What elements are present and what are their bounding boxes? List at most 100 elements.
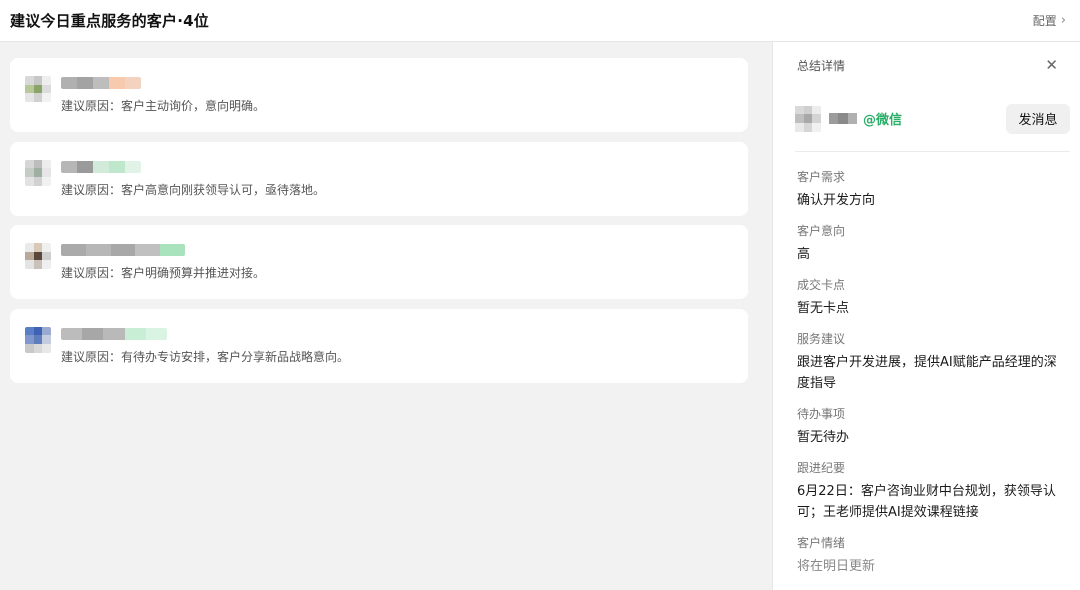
customer-card-2[interactable]: 建议原因：客户高意向刚获领导认可，亟待落地。 bbox=[10, 141, 748, 216]
field-deal-blocker: 成交卡点 暂无卡点 bbox=[797, 277, 1062, 319]
field-customer-intent: 客户意向 高 bbox=[797, 223, 1062, 265]
reason-text: 客户高意向刚获领导认可，亟待落地。 bbox=[121, 182, 326, 197]
avatar-pixel bbox=[25, 326, 34, 336]
avatar-pixel bbox=[795, 122, 804, 132]
field-service-suggestion: 服务建议 跟进客户开发进展，提供AI赋能产品经理的深度指导 bbox=[797, 331, 1062, 394]
field-value: 6月22日：客户咨询业财中台规划，获领导认可；王老师提供AI提效课程链接 bbox=[797, 484, 1056, 520]
avatar-pixel bbox=[42, 243, 51, 252]
name-pixel bbox=[838, 113, 848, 124]
name-pixel bbox=[61, 327, 83, 340]
suggestion-reason: 建议原因：有待办专访安排，客户分享新品战略意向。 bbox=[61, 348, 734, 365]
avatar-pixel bbox=[803, 122, 813, 132]
field-label: 跟进纪要 bbox=[797, 461, 846, 475]
customer-list: 建议原因：客户主动询价，意向明确。 建议原因：客户高意向刚获领导认可，亟待落地。… bbox=[10, 58, 748, 392]
avatar-pixel bbox=[33, 335, 43, 344]
customer-name-blurred bbox=[61, 327, 167, 340]
avatar-pixel bbox=[33, 260, 43, 269]
avatar-pixel bbox=[42, 168, 51, 177]
summary-details: 客户需求 确认开发方向 客户意向 高 成交卡点 暂无卡点 服务建议 跟进客户开发… bbox=[773, 152, 1080, 577]
avatar-pixel bbox=[25, 84, 34, 94]
field-customer-need: 客户需求 确认开发方向 bbox=[797, 169, 1062, 211]
avatar-pixel bbox=[812, 105, 821, 115]
avatar-pixel bbox=[25, 243, 34, 252]
avatar-pixel bbox=[33, 343, 43, 353]
name-pixel bbox=[93, 160, 109, 173]
name-pixel bbox=[77, 77, 93, 89]
field-value: 暂无卡点 bbox=[797, 301, 850, 316]
avatar bbox=[25, 76, 51, 102]
avatar-pixel bbox=[42, 176, 51, 186]
close-icon[interactable]: ✕ bbox=[1045, 57, 1058, 73]
avatar-pixel bbox=[812, 122, 821, 132]
avatar-pixel bbox=[42, 159, 51, 169]
avatar-pixel bbox=[33, 93, 43, 102]
avatar-pixel bbox=[42, 343, 51, 353]
field-label: 客户意向 bbox=[797, 224, 846, 238]
customer-card-3[interactable]: 建议原因：客户明确预算并推进对接。 bbox=[10, 225, 748, 299]
avatar-pixel bbox=[33, 76, 43, 85]
avatar-pixel bbox=[33, 168, 43, 177]
name-pixel bbox=[109, 77, 125, 89]
name-pixel bbox=[61, 77, 77, 89]
suggestion-reason: 建议原因：客户高意向刚获领导认可，亟待落地。 bbox=[61, 181, 734, 198]
field-followup-notes: 跟进纪要 6月22日：客户咨询业财中台规划，获领导认可；王老师提供AI提效课程链… bbox=[797, 460, 1062, 523]
reason-label: 建议原因： bbox=[61, 349, 122, 364]
name-pixel bbox=[110, 244, 136, 256]
avatar-pixel bbox=[42, 326, 51, 336]
config-link[interactable]: 配置 › bbox=[1033, 12, 1066, 29]
reason-text: 有待办专访安排，客户分享新品战略意向。 bbox=[121, 349, 350, 364]
wechat-tag: @微信 bbox=[863, 113, 903, 128]
reason-text: 客户明确预算并推进对接。 bbox=[121, 266, 266, 280]
avatar bbox=[25, 159, 51, 186]
avatar-pixel bbox=[25, 159, 34, 169]
avatar-pixel bbox=[25, 168, 34, 177]
avatar-pixel bbox=[33, 243, 43, 252]
avatar-pixel bbox=[812, 114, 821, 123]
avatar-pixel bbox=[25, 76, 34, 85]
avatar-pixel bbox=[42, 93, 51, 102]
avatar-pixel bbox=[803, 105, 813, 115]
contact-name-blurred bbox=[829, 113, 857, 124]
avatar-pixel bbox=[25, 343, 34, 353]
contact-avatar bbox=[795, 105, 821, 132]
page-header: 建议今日重点服务的客户·4位 配置 › bbox=[0, 0, 1080, 42]
avatar-pixel bbox=[25, 251, 34, 261]
avatar-pixel bbox=[42, 76, 51, 85]
customer-card-1[interactable]: 建议原因：客户主动询价，意向明确。 bbox=[10, 58, 748, 132]
field-todo: 待办事项 暂无待办 bbox=[797, 406, 1062, 448]
name-pixel bbox=[125, 160, 141, 173]
name-pixel bbox=[135, 244, 161, 256]
field-label: 客户需求 bbox=[797, 170, 846, 184]
name-pixel bbox=[829, 113, 839, 124]
avatar bbox=[25, 243, 51, 269]
name-pixel bbox=[145, 327, 167, 340]
name-pixel bbox=[847, 113, 857, 124]
name-pixel bbox=[85, 244, 111, 256]
send-message-button[interactable]: 发消息 bbox=[1006, 103, 1070, 134]
avatar-pixel bbox=[33, 176, 43, 186]
avatar-pixel bbox=[33, 326, 43, 336]
field-value: 确认开发方向 bbox=[797, 193, 876, 208]
reason-label: 建议原因： bbox=[61, 99, 122, 113]
name-pixel bbox=[103, 327, 125, 340]
field-value: 跟进客户开发进展，提供AI赋能产品经理的深度指导 bbox=[797, 355, 1057, 391]
field-value: 高 bbox=[797, 247, 811, 262]
avatar-pixel bbox=[795, 105, 804, 115]
avatar-pixel bbox=[42, 335, 51, 344]
avatar-pixel bbox=[42, 260, 51, 269]
avatar-pixel bbox=[42, 84, 51, 94]
name-pixel bbox=[124, 327, 146, 340]
avatar-pixel bbox=[33, 159, 43, 169]
contact-row: @微信 发消息 bbox=[795, 88, 1070, 152]
customer-name-blurred bbox=[61, 244, 185, 256]
customer-card-4[interactable]: 建议原因：有待办专访安排，客户分享新品战略意向。 bbox=[10, 308, 748, 383]
name-pixel bbox=[77, 160, 93, 173]
chevron-right-icon: › bbox=[1060, 13, 1066, 28]
avatar bbox=[25, 326, 51, 353]
field-label: 成交卡点 bbox=[797, 278, 846, 292]
config-label: 配置 bbox=[1032, 14, 1057, 28]
field-customer-mood: 客户情绪 将在明日更新 bbox=[797, 535, 1062, 577]
field-label: 客户情绪 bbox=[797, 536, 846, 550]
field-value: 暂无待办 bbox=[797, 430, 850, 445]
field-value: 将在明日更新 bbox=[797, 559, 876, 574]
